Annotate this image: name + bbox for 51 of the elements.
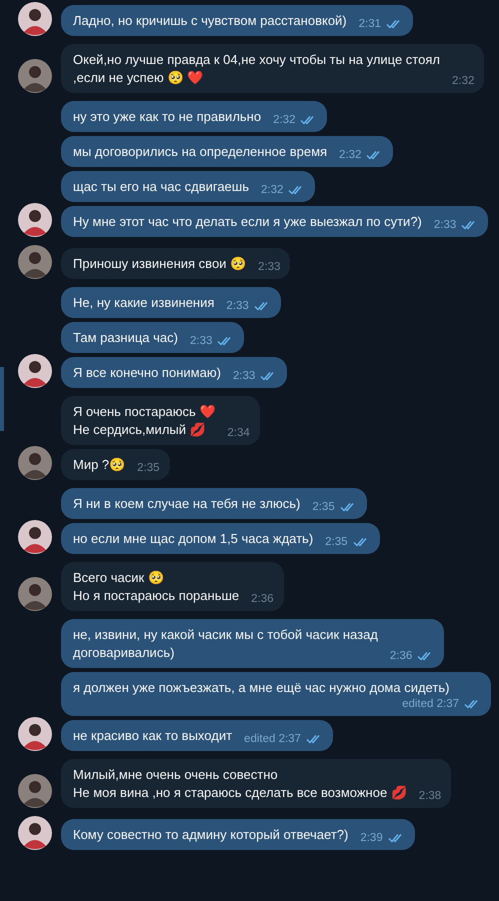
avatar[interactable]: [18, 354, 52, 388]
message-time: 2:31: [358, 17, 382, 31]
message-time: 2:36: [251, 592, 274, 606]
avatar[interactable]: [18, 203, 52, 237]
avatar[interactable]: [18, 245, 52, 279]
avatar[interactable]: [18, 520, 52, 554]
message-text: щас ты его на час сдвигаешь: [73, 178, 249, 196]
message-time: 2:35: [325, 535, 348, 549]
message-text: Я очень постараюсь ❤ Не сердись,милый 💋: [73, 403, 216, 439]
message-text: Приношу извинения свои 🥺: [73, 255, 246, 273]
message-text: Всего часик 🥺 Но я постараюсь пораньше: [73, 569, 240, 605]
message-time: 2:38: [418, 789, 442, 803]
avatar[interactable]: [18, 2, 52, 36]
message-text: Милый,мне очень очень совестно Не моя вина ,но я стараюсь сделать все возможное 💋: [73, 766, 407, 802]
message-time: 2:33: [258, 260, 280, 274]
message-time: 2:32: [273, 113, 296, 127]
message-time: 2:33: [434, 218, 456, 232]
avatar[interactable]: [18, 816, 52, 850]
message-text: Не, ну какие извинения: [73, 294, 214, 312]
message-time: 2:33: [232, 369, 256, 383]
message-time: 2:35: [137, 461, 160, 475]
avatar[interactable]: [18, 446, 52, 480]
message-text: ну это уже как то не правильно: [73, 108, 262, 126]
message-time: 2:34: [227, 426, 250, 440]
avatar[interactable]: [18, 717, 52, 751]
message-time: edited 2:37: [402, 697, 459, 711]
message-time: 2:33: [190, 334, 212, 348]
message-time: 2:33: [226, 299, 249, 313]
avatar[interactable]: [18, 59, 52, 93]
message-text: Окей,но лучше правда к 04,не хочу чтобы ты на улице стоял ,если не успею 🥺 ❤: [73, 51, 440, 87]
message-time: 2:36: [390, 649, 412, 663]
message-text: Там разница час): [73, 329, 178, 347]
message-text: Я ни в коем случае на тебя не злюсь): [73, 495, 300, 513]
message-text: Ну мне этот час что делать если я уже выезжал по сути?): [73, 213, 422, 231]
message-time: 2:32: [260, 183, 284, 197]
message-text: мы договорились на определенное время: [73, 143, 328, 161]
message-time: edited 2:37: [244, 732, 301, 746]
message-text: Я все конечно понимаю): [73, 364, 221, 382]
message-time: 2:32: [339, 148, 362, 162]
message-text: Кому совестно то админу который отвечает?): [73, 826, 348, 844]
message-text: я должен уже пожъезжать, а мне ещё час нужно дома сидеть): [73, 679, 450, 697]
message-text: не красиво как то выходит: [73, 727, 232, 745]
message-text: Ладно, но кричишь с чувством расстановкой): [73, 12, 347, 30]
avatar[interactable]: [18, 774, 52, 808]
avatar[interactable]: [18, 577, 52, 611]
message-text: не, извини, ну какой часик мы с тобой часик назад договаривались): [73, 626, 378, 662]
message-time: 2:32: [452, 74, 474, 88]
message-time: 2:35: [312, 500, 335, 514]
message-time: 2:39: [360, 831, 383, 845]
message-text: но если мне щас допом 1,5 часа ждать): [73, 530, 314, 548]
message-text: Мир ?🥺: [73, 456, 126, 474]
